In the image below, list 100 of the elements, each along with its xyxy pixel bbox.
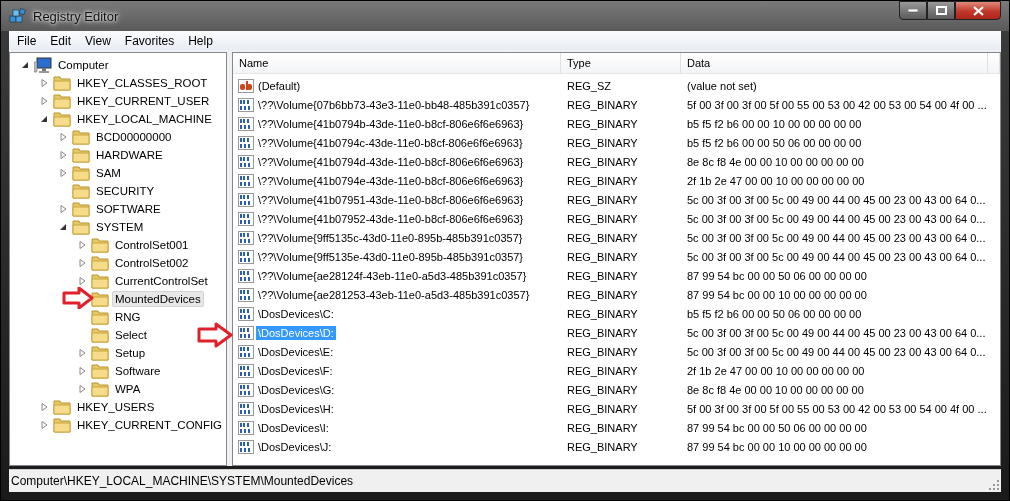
folder-icon (91, 363, 109, 379)
value-name[interactable]: \DosDevices\J: (256, 439, 334, 454)
close-button[interactable] (955, 1, 1001, 20)
value-name[interactable]: \??\Volume{07b6bb73-43e3-11e0-bb48-485b391c0357} (256, 97, 532, 112)
minimize-button[interactable] (899, 1, 927, 20)
binary-value-icon (238, 268, 254, 283)
menu-item[interactable]: Help (182, 33, 221, 48)
table-cell-text: REG_BINARY (566, 269, 639, 282)
tree-item[interactable]: Setup (112, 345, 149, 361)
tree-item[interactable]: HKEY_CURRENT_USER (74, 93, 213, 109)
collapsed-triangle-icon[interactable] (60, 151, 67, 159)
value-name[interactable]: \DosDevices\I: (256, 420, 331, 435)
folder-icon (53, 111, 71, 127)
tree-item[interactable]: Computer (55, 57, 112, 73)
collapsed-triangle-icon[interactable] (60, 205, 67, 213)
tree-item[interactable]: Select (112, 327, 150, 343)
table-cell-text: 5f 00 3f 00 3f 00 5f 00 55 00 53 00 42 00 53 00 54 00 4f 00 ... (686, 402, 988, 415)
tree-item[interactable]: HKEY_CURRENT_CONFIG (74, 417, 226, 433)
collapsed-triangle-icon[interactable] (60, 133, 67, 141)
collapsed-triangle-icon[interactable] (79, 241, 86, 249)
table-cell-text: 5c 00 3f 00 3f 00 5c 00 49 00 44 00 45 00 23 00 43 00 64 0... (686, 326, 987, 339)
value-name[interactable]: \??\Volume{41b0794b-43de-11e0-b8cf-806e6f6e6963} (256, 116, 526, 131)
value-name[interactable]: \??\Volume{9ff5135c-43d0-11e0-895b-485b391c0357} (256, 230, 525, 245)
column-header[interactable]: Name (233, 53, 561, 73)
table-cell-text: 87 99 54 bc 00 00 50 06 00 00 00 00 (686, 269, 868, 282)
value-name[interactable]: \??\Volume{9ff5135e-43d0-11e0-895b-485b391c0357} (256, 249, 526, 264)
binary-value-icon (238, 211, 254, 226)
expanded-triangle-icon[interactable] (60, 223, 67, 231)
tree-item[interactable]: HKEY_CLASSES_ROOT (74, 75, 211, 91)
value-name[interactable]: \??\Volume{ae28124f-43eb-11e0-a5d3-485b391c0357} (256, 268, 529, 283)
collapsed-triangle-icon[interactable] (79, 277, 86, 285)
minimize-icon (908, 8, 918, 13)
collapsed-triangle-icon[interactable] (41, 97, 48, 105)
value-name[interactable]: \??\Volume{41b0794e-43de-11e0-b8cf-806e6f6e6963} (256, 173, 526, 188)
value-name[interactable]: \??\Volume{ae281253-43eb-11e0-a5d3-485b391c0357} (256, 287, 532, 302)
value-name[interactable]: \??\Volume{41b0794c-43de-11e0-b8cf-806e6f6e6963} (256, 135, 525, 150)
size-grip-icon[interactable] (989, 480, 999, 490)
tree-item[interactable]: SYSTEM (93, 219, 147, 235)
tree-item[interactable]: WPA (112, 381, 144, 397)
binary-value-icon (238, 306, 254, 321)
tree-item[interactable]: HKEY_USERS (74, 399, 158, 415)
expanded-triangle-icon[interactable] (22, 61, 29, 69)
table-cell-text: 8e 8c f8 4e 00 00 10 00 00 00 00 00 (686, 383, 865, 396)
tree-item[interactable]: SECURITY (93, 183, 158, 199)
tree-item[interactable]: SOFTWARE (93, 201, 164, 217)
value-name[interactable]: \??\Volume{41b07951-43de-11e0-b8cf-806e6f6e6963} (256, 192, 526, 207)
maximize-button[interactable] (927, 1, 955, 20)
folder-icon (53, 399, 71, 415)
computer-icon (34, 57, 52, 73)
tree-item[interactable]: MountedDevices (112, 291, 204, 307)
tree-item[interactable]: SAM (93, 165, 124, 181)
value-name[interactable]: \??\Volume{41b0794d-43de-11e0-b8cf-806e6f6e6963} (256, 154, 526, 169)
tree-item[interactable]: RNG (112, 309, 144, 325)
binary-value-icon (238, 116, 254, 131)
binary-value-icon (238, 401, 254, 416)
value-name[interactable]: \DosDevices\E: (256, 344, 336, 359)
folder-icon (53, 93, 71, 109)
collapsed-triangle-icon[interactable] (41, 403, 48, 411)
tree-item[interactable]: ControlSet002 (112, 255, 192, 271)
value-name[interactable]: \DosDevices\H: (256, 401, 336, 416)
collapsed-triangle-icon[interactable] (79, 349, 86, 357)
binary-value-icon (238, 344, 254, 359)
collapsed-triangle-icon[interactable] (60, 169, 67, 177)
table-cell-text: REG_BINARY (566, 326, 639, 339)
folder-icon (72, 165, 90, 181)
window-title: Registry Editor (33, 8, 119, 24)
column-header[interactable]: Data (681, 53, 988, 73)
binary-value-icon (238, 325, 254, 340)
tree-item[interactable]: HKEY_LOCAL_MACHINE (74, 111, 215, 127)
string-value-icon (238, 78, 254, 93)
collapsed-triangle-icon[interactable] (79, 385, 86, 393)
folder-icon (91, 381, 109, 397)
value-name[interactable]: \DosDevices\G: (256, 382, 337, 397)
value-name[interactable]: \DosDevices\F: (256, 363, 335, 378)
binary-value-icon (238, 154, 254, 169)
menu-item[interactable]: View (79, 33, 119, 48)
folder-icon (91, 255, 109, 271)
expanded-triangle-icon[interactable] (41, 115, 48, 123)
table-cell-text: 2f 1b 2e 47 00 00 10 00 00 00 00 00 (686, 174, 866, 187)
table-cell-text: REG_BINARY (566, 288, 639, 301)
menu-item[interactable]: Edit (44, 33, 80, 48)
binary-value-icon (238, 249, 254, 264)
value-name[interactable]: (Default) (256, 78, 303, 93)
column-header[interactable]: Type (561, 53, 681, 73)
value-name[interactable]: \DosDevices\C: (256, 306, 336, 321)
table-cell-text: 5c 00 3f 00 3f 00 5c 00 49 00 44 00 45 00 23 00 43 00 64 0... (686, 231, 987, 244)
tree-item[interactable]: CurrentControlSet (112, 273, 211, 289)
menu-item[interactable]: Favorites (118, 33, 183, 48)
tree-item[interactable]: HARDWARE (93, 147, 166, 163)
collapsed-triangle-icon[interactable] (41, 79, 48, 87)
tree-item[interactable]: ControlSet001 (112, 237, 192, 253)
collapsed-triangle-icon[interactable] (79, 259, 86, 267)
table-cell-text: b5 f5 f2 b6 00 00 50 06 00 00 00 00 (686, 307, 863, 320)
collapsed-triangle-icon[interactable] (79, 367, 86, 375)
table-cell-text: b5 f5 f2 b6 00 00 10 00 00 00 00 00 (686, 117, 863, 130)
menu-item[interactable]: File (11, 33, 45, 48)
collapsed-triangle-icon[interactable] (41, 421, 48, 429)
tree-item[interactable]: BCD00000000 (93, 129, 175, 145)
value-name[interactable]: \??\Volume{41b07952-43de-11e0-b8cf-806e6f6e6963} (256, 211, 526, 226)
tree-item[interactable]: Software (112, 363, 164, 379)
